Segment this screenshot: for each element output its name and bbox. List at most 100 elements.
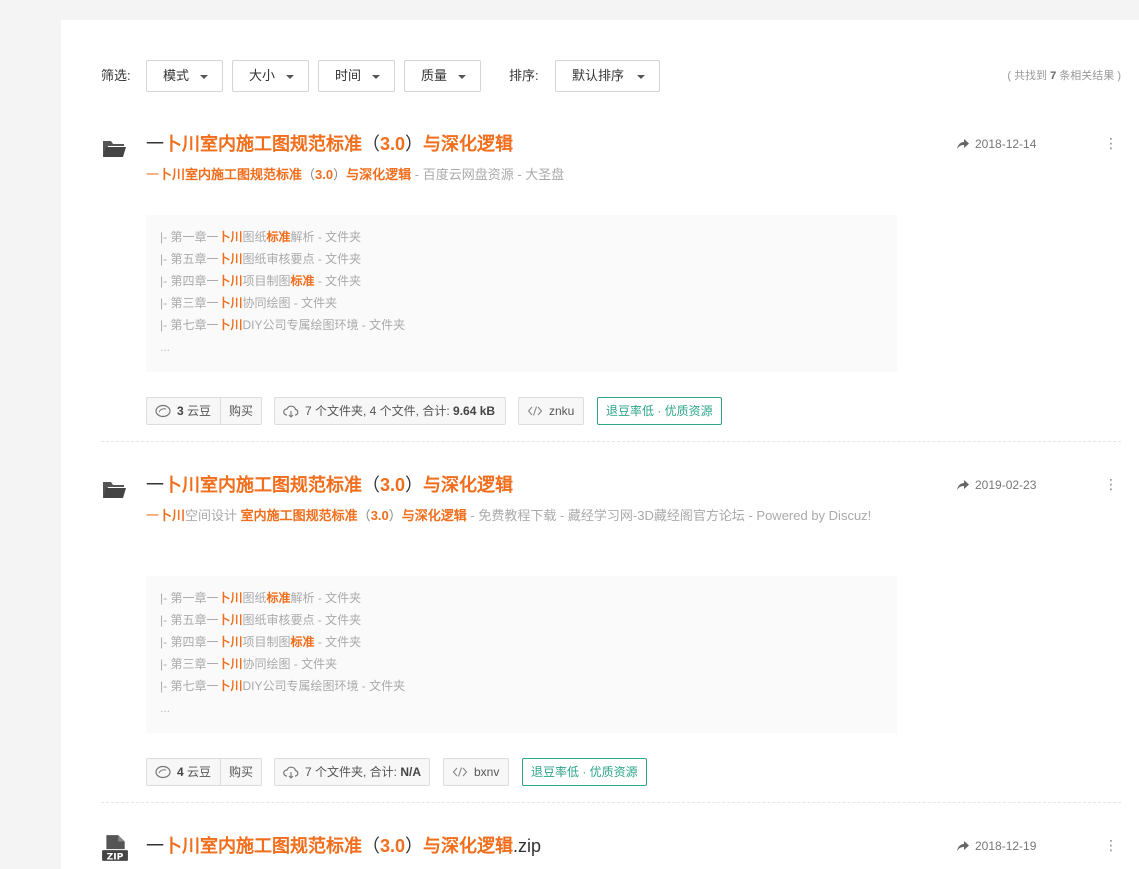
chevron-down-icon bbox=[372, 75, 380, 79]
title-highlight: 与深化逻辑 bbox=[423, 134, 514, 154]
source-highlight: 室内施工图规范标准 bbox=[240, 508, 358, 523]
result-item: 一卜川室内施工图规范标准（3.0）与深化逻辑 2018-12-14 ⋮ 一卜川室… bbox=[101, 131, 1121, 431]
file-text: |- 第七章一 bbox=[160, 318, 219, 332]
result-source: 一卜川室内施工图规范标准（3.0）与深化逻辑 - 百度云网盘资源 - 大圣盘 bbox=[146, 165, 901, 185]
chevron-down-icon bbox=[458, 75, 466, 79]
source-highlight: 3.0 bbox=[315, 167, 334, 182]
file-list-item: |- 第三章一卜川协同绘图 - 文件夹 bbox=[160, 653, 883, 675]
result-title-link[interactable]: 一卜川室内施工图规范标准（3.0）与深化逻辑.zip bbox=[146, 833, 541, 859]
file-text: 图纸审核要点 - 文件夹 bbox=[242, 252, 362, 266]
chevron-down-icon bbox=[286, 75, 294, 79]
buy-button[interactable]: 购买 bbox=[219, 759, 261, 785]
cloud-download-icon bbox=[283, 766, 299, 779]
size-tag: 7 个文件夹, 合计: N/A bbox=[274, 758, 430, 786]
title-highlight: 3.0 bbox=[380, 134, 406, 154]
file-highlight: 卜川 bbox=[218, 318, 243, 332]
file-list-item: |- 第七章一卜川DIY公司专属绘图环境 - 文件夹 bbox=[160, 314, 883, 336]
folder-icon bbox=[103, 482, 126, 498]
file-text: |- 第三章一 bbox=[160, 296, 219, 310]
result-date: 2018-12-19 bbox=[975, 839, 1037, 853]
file-text: 图纸审核要点 - 文件夹 bbox=[242, 613, 362, 627]
source-text: 一 bbox=[146, 508, 160, 523]
source-highlight: 与深化逻辑 bbox=[401, 508, 467, 523]
coin-unit: 云豆 bbox=[183, 404, 212, 418]
file-text: |- 第四章一 bbox=[160, 635, 219, 649]
more-options-icon[interactable]: ⋮ bbox=[1104, 474, 1118, 494]
source-text: - 百度云网盘资源 - 大圣盘 bbox=[411, 167, 565, 182]
source-highlight: 卜川 bbox=[159, 508, 186, 523]
coin-icon bbox=[155, 765, 171, 779]
source-text: ） bbox=[333, 167, 347, 182]
file-highlight: 卜川 bbox=[218, 230, 243, 244]
more-options-icon[interactable]: ⋮ bbox=[1104, 835, 1118, 855]
file-highlight: 卜川 bbox=[218, 591, 243, 605]
result-date: 2018-12-14 bbox=[975, 137, 1037, 151]
file-text: 项目制图 bbox=[242, 635, 291, 649]
file-text: |- 第七章一 bbox=[160, 679, 219, 693]
code-icon bbox=[527, 406, 543, 416]
file-list: |- 第一章一卜川图纸标准解析 - 文件夹 |- 第五章一卜川图纸审核要点 - … bbox=[146, 215, 897, 372]
code-value: bxnv bbox=[474, 765, 500, 779]
filter-quality-dropdown[interactable]: 质量 bbox=[404, 60, 481, 92]
file-list-item: |- 第七章一卜川DIY公司专属绘图环境 - 文件夹 bbox=[160, 675, 883, 697]
source-text: （ bbox=[357, 508, 371, 523]
title-paren: （ bbox=[362, 475, 380, 495]
code-icon bbox=[452, 767, 468, 777]
file-list-item: |- 第一章一卜川图纸标准解析 - 文件夹 bbox=[160, 587, 883, 609]
coin-amount: 4 bbox=[177, 765, 184, 779]
sort-dropdown[interactable]: 默认排序 bbox=[555, 60, 660, 92]
title-highlight: 卜川室内施工图规范标准 bbox=[164, 475, 362, 495]
file-highlight: 标准 bbox=[266, 230, 291, 244]
filter-time-label: 时间 bbox=[335, 68, 362, 83]
filter-mode-dropdown[interactable]: 模式 bbox=[146, 60, 223, 92]
coin-icon bbox=[155, 404, 171, 418]
size-tag: 7 个文件夹, 4 个文件, 合计: 9.64 kB bbox=[274, 397, 506, 425]
file-highlight: 卜川 bbox=[218, 613, 243, 627]
file-text: - 文件夹 bbox=[314, 274, 362, 288]
file-text: |- 第一章一 bbox=[160, 230, 219, 244]
buy-button[interactable]: 购买 bbox=[219, 398, 261, 424]
result-title-link[interactable]: 一卜川室内施工图规范标准（3.0）与深化逻辑 bbox=[146, 131, 513, 157]
title-highlight: 3.0 bbox=[380, 836, 406, 856]
file-list-item: |- 第一章一卜川图纸标准解析 - 文件夹 bbox=[160, 226, 883, 248]
zip-file-icon: ZIP bbox=[102, 835, 128, 862]
sort-label: 排序: bbox=[509, 68, 539, 83]
title-prefix: 一 bbox=[146, 475, 164, 495]
zip-icon-label: ZIP bbox=[107, 852, 124, 862]
result-date: 2019-02-23 bbox=[975, 478, 1037, 492]
size-value: N/A bbox=[400, 765, 422, 779]
filter-size-dropdown[interactable]: 大小 bbox=[232, 60, 309, 92]
share-icon bbox=[957, 139, 969, 149]
cloud-download-icon bbox=[283, 405, 299, 418]
file-text: |- 第一章一 bbox=[160, 591, 219, 605]
source-highlight: 与深化逻辑 bbox=[346, 167, 412, 182]
sort-value: 默认排序 bbox=[572, 68, 625, 83]
result-count-suffix: 条相关结果 ) bbox=[1056, 70, 1121, 82]
result-title-link[interactable]: 一卜川室内施工图规范标准（3.0）与深化逻辑 bbox=[146, 472, 513, 498]
filter-label: 筛选: bbox=[101, 68, 131, 83]
file-highlight: 卜川 bbox=[218, 252, 243, 266]
file-text: 图纸 bbox=[242, 591, 267, 605]
coin-amount: 3 bbox=[177, 404, 184, 418]
chevron-down-icon bbox=[637, 75, 645, 79]
filter-quality-label: 质量 bbox=[421, 68, 448, 83]
more-options-icon[interactable]: ⋮ bbox=[1104, 133, 1118, 153]
title-paren: （ bbox=[362, 134, 380, 154]
divider bbox=[101, 441, 1121, 442]
size-value: 9.64 kB bbox=[453, 404, 496, 418]
title-highlight: 卜川室内施工图规范标准 bbox=[164, 836, 362, 856]
file-highlight: 卜川 bbox=[218, 635, 243, 649]
file-text: |- 第四章一 bbox=[160, 274, 219, 288]
file-text: 图纸 bbox=[242, 230, 267, 244]
file-list-more: ... bbox=[160, 340, 171, 354]
file-highlight: 标准 bbox=[290, 635, 315, 649]
quality-badge: 退豆率低 · 优质资源 bbox=[597, 397, 722, 425]
file-list-more: ... bbox=[160, 701, 171, 715]
title-highlight: 3.0 bbox=[380, 475, 406, 495]
file-highlight: 卜川 bbox=[218, 274, 243, 288]
filter-time-dropdown[interactable]: 时间 bbox=[318, 60, 395, 92]
file-text: DIY公司专属绘图环境 - 文件夹 bbox=[242, 679, 406, 693]
coin-unit: 云豆 bbox=[183, 765, 212, 779]
file-text: 协同绘图 - 文件夹 bbox=[242, 657, 338, 671]
title-prefix: 一 bbox=[146, 134, 164, 154]
